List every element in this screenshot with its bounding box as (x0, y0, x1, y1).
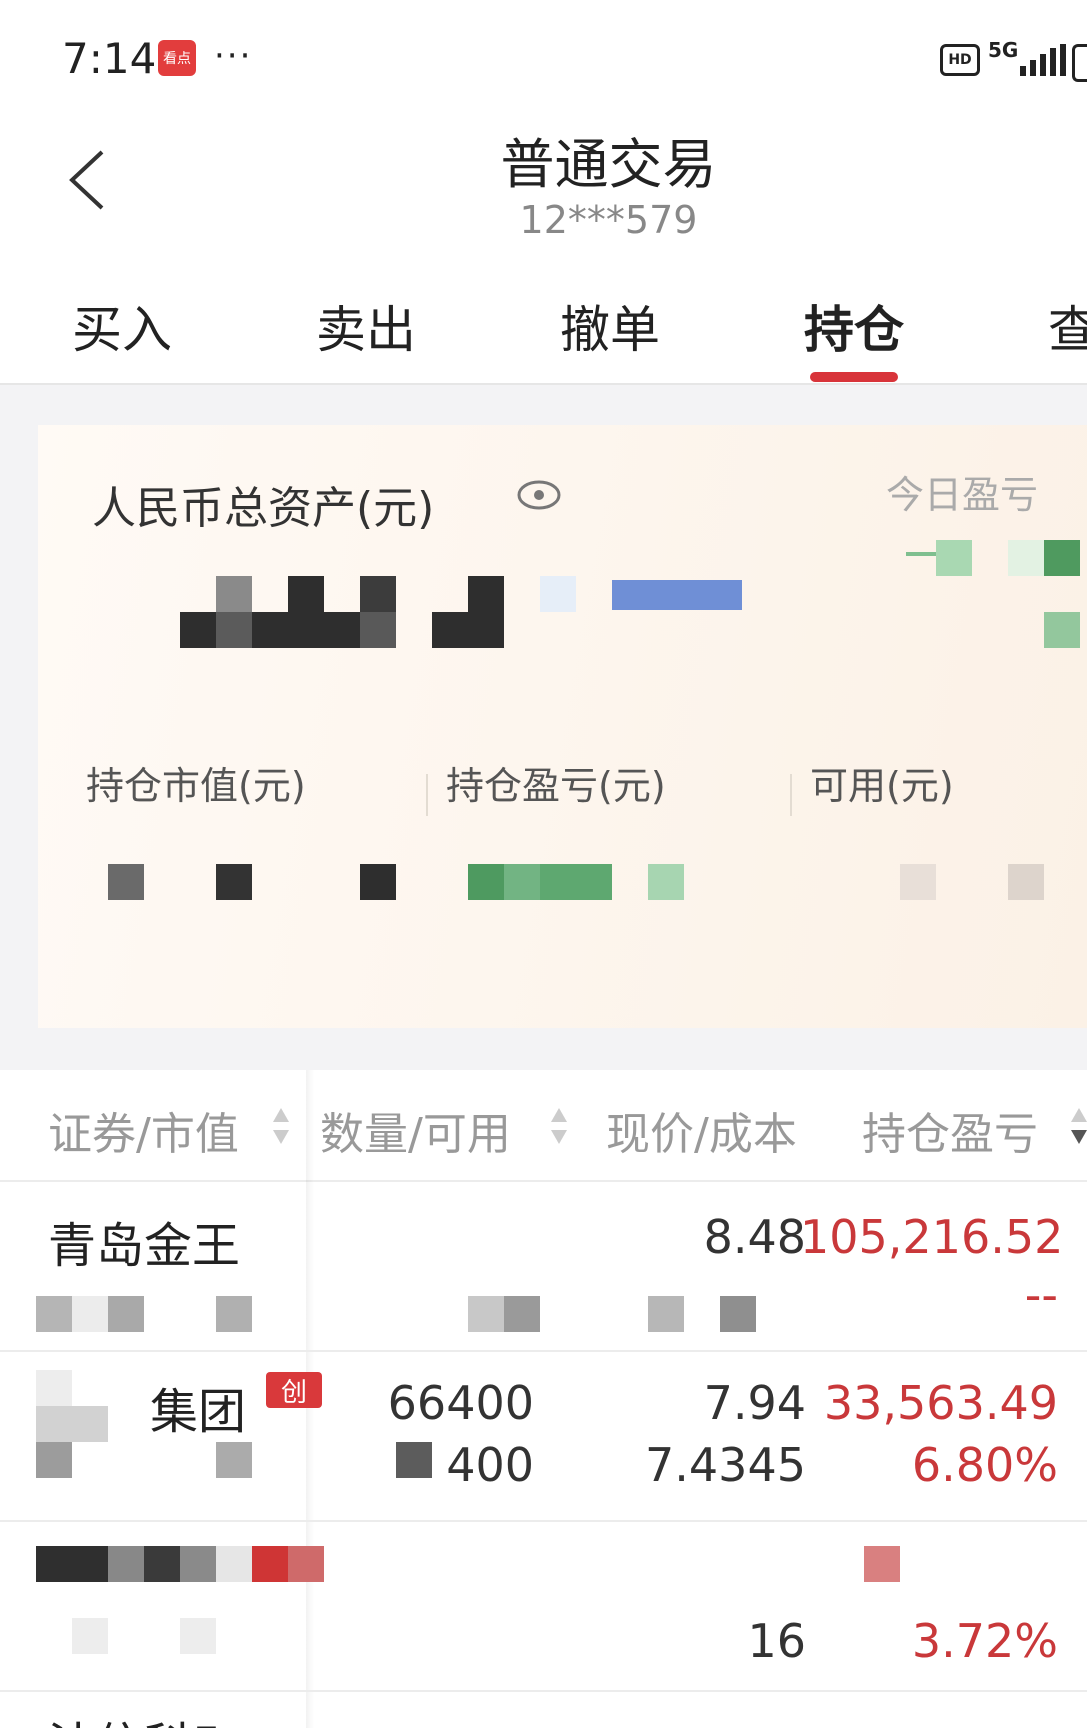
position-pnl: 33,563.49 (823, 1376, 1058, 1430)
tab-buy[interactable]: 买入 (72, 290, 172, 362)
market-value-label: 持仓市值(元) (86, 764, 306, 808)
current-price: 8.48 (703, 1210, 806, 1264)
position-pnl-percent: 3.72% (911, 1614, 1058, 1668)
network-type: 5G (988, 38, 1019, 62)
current-price: 7.94 (703, 1376, 806, 1430)
sort-icon[interactable] (550, 1106, 568, 1146)
tab-positions[interactable]: 持仓 (804, 290, 904, 362)
more-notifications-icon: ··· (214, 36, 253, 76)
status-time: 7:14 (62, 34, 157, 83)
cost-price: 16 (747, 1614, 806, 1668)
eye-icon[interactable] (516, 478, 562, 512)
metric-separator (790, 774, 792, 816)
metric-separator (426, 774, 428, 816)
tab-query[interactable]: 查 (1048, 290, 1087, 362)
sort-icon[interactable] (1070, 1106, 1087, 1146)
account-number: 12***579 (519, 198, 698, 242)
available-quantity: 400 (446, 1438, 534, 1492)
cost-price: 7.4345 (645, 1438, 806, 1492)
sort-icon[interactable] (272, 1106, 290, 1146)
column-header-security[interactable]: 证券/市值 (48, 1098, 239, 1162)
stock-name: 沛信科5 (48, 1706, 223, 1728)
today-pnl-label: 今日盈亏 (886, 473, 1039, 517)
position-pnl-label: 持仓盈亏(元) (446, 764, 666, 808)
active-tab-indicator (810, 372, 898, 382)
quantity: 66400 (387, 1376, 534, 1430)
total-assets-label: 人民币总资产(元) (92, 483, 435, 534)
position-pnl-percent: 6.80% (911, 1438, 1058, 1492)
chinext-badge: 创 (266, 1372, 322, 1408)
column-header-price[interactable]: 现价/成本 (606, 1098, 797, 1162)
table-row[interactable]: 沛信科5 (0, 1692, 1087, 1728)
tab-sell[interactable]: 卖出 (316, 290, 416, 362)
available-funds-label: 可用(元) (810, 764, 954, 808)
stock-name: 集团 (150, 1384, 247, 1440)
table-row[interactable]: 青岛金王 8.48 105,216.52 -- (0, 1182, 1087, 1350)
column-header-pnl[interactable]: 持仓盈亏 (862, 1098, 1038, 1162)
page-title: 普通交易 (500, 133, 717, 196)
stock-name: 青岛金王 (48, 1218, 241, 1274)
table-row[interactable]: 16 3.72% (0, 1522, 1087, 1690)
table-row[interactable]: 集团 创 66400 400 7.94 7.4345 33,563.49 6.8… (0, 1352, 1087, 1520)
position-pnl-percent: -- (1024, 1268, 1058, 1322)
position-pnl: 105,216.52 (800, 1210, 1064, 1264)
column-header-quantity[interactable]: 数量/可用 (320, 1098, 511, 1162)
hd-voice-icon: HD (940, 44, 980, 76)
app-notification-icon: 看点 (158, 40, 196, 76)
battery-icon (1072, 44, 1087, 82)
status-bar: 7:14 看点 ··· HD 5G (0, 0, 1087, 110)
tab-cancel-order[interactable]: 撤单 (560, 290, 660, 362)
signal-strength-icon (1020, 44, 1066, 76)
